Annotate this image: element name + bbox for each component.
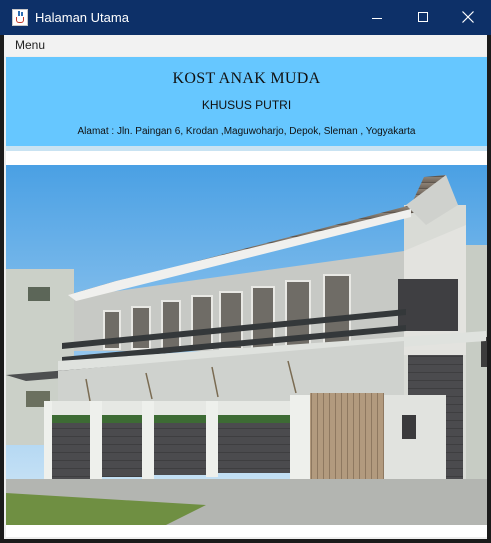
steam-line-right	[21, 12, 23, 16]
client-area: Menu KOST ANAK MUDA KHUSUS PUTRI Alamat …	[4, 35, 487, 539]
maximize-icon	[418, 12, 428, 22]
title-bar[interactable]: Halaman Utama	[0, 0, 491, 35]
close-icon	[462, 11, 474, 23]
header-address: Alamat : Jln. Paingan 6, Krodan ,Maguwoh…	[77, 126, 416, 137]
building-photo	[6, 165, 487, 525]
cup-shape	[16, 17, 24, 23]
header-panel: KOST ANAK MUDA KHUSUS PUTRI Alamat : Jln…	[6, 57, 487, 146]
close-button[interactable]	[445, 0, 491, 35]
application-window: Halaman Utama Menu KOST ANAK MUDA KHUSUS…	[0, 0, 491, 543]
minimize-button[interactable]	[354, 0, 400, 35]
header-title: KOST ANAK MUDA	[172, 70, 321, 87]
java-cup-icon[interactable]	[12, 9, 28, 26]
steam-line-left	[18, 11, 20, 16]
window-title: Halaman Utama	[35, 10, 129, 25]
menu-item-menu[interactable]: Menu	[15, 38, 45, 53]
maximize-button[interactable]	[400, 0, 446, 35]
photo-panel	[6, 151, 487, 537]
minimize-icon	[372, 18, 382, 19]
header-subtitle: KHUSUS PUTRI	[201, 98, 292, 112]
menu-bar: Menu	[4, 35, 487, 56]
